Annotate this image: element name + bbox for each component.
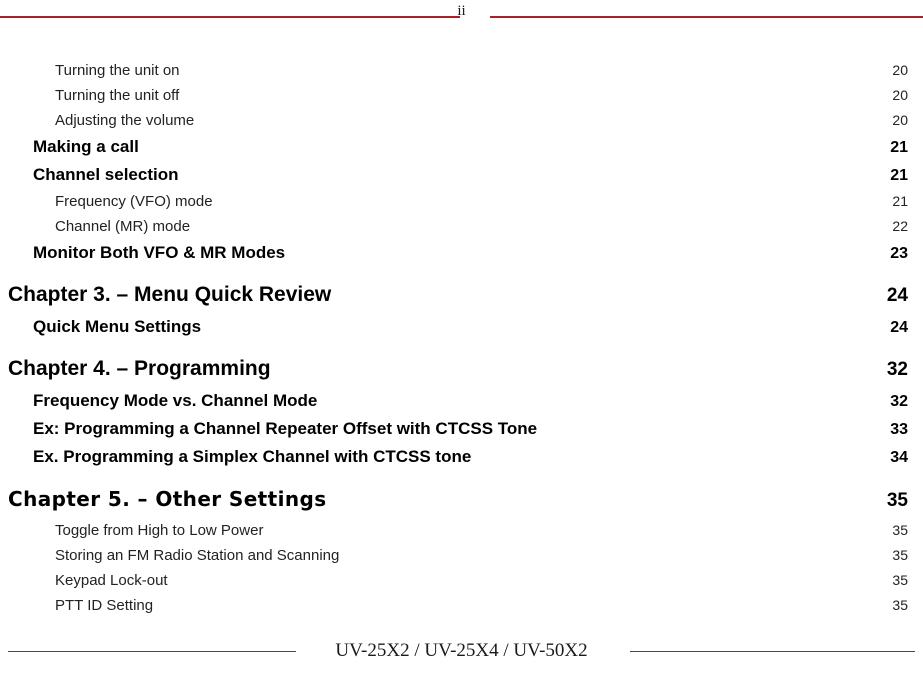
toc-entry-page-number: 35 — [892, 547, 908, 563]
toc-entry-title: Adjusting the volume — [55, 112, 195, 129]
toc-entry-title: Chapter 5. – Other Settings — [8, 487, 327, 511]
toc-entry-title: Ex. Programming a Simplex Channel with C… — [33, 447, 472, 466]
toc-entry-page-number: 35 — [892, 597, 908, 613]
table-of-contents: Turning the unit on 20 Turning the unit of… — [0, 58, 923, 618]
toc-entry-title: Monitor Both VFO & MR Modes — [33, 243, 286, 262]
toc-entry-page-number: 21 — [890, 167, 908, 184]
toc-entry-row[interactable]: Storing an FM Radio Station and Scanning… — [0, 543, 923, 568]
toc-entry-page-number: 32 — [886, 359, 908, 380]
toc-chapter-row[interactable]: Chapter 5. – Other Settings 35 — [0, 482, 923, 518]
toc-entry-title: PTT ID Setting — [55, 597, 154, 614]
toc-entry-title: Turning the unit on — [55, 62, 180, 79]
toc-entry-page-number: 32 — [890, 393, 908, 410]
toc-entry-row[interactable]: Ex: Programming a Channel Repeater Offse… — [0, 415, 923, 443]
toc-entry-page-number: 20 — [892, 87, 908, 103]
toc-entry-page-number: 22 — [892, 218, 908, 234]
toc-entry-title: Making a call — [33, 137, 139, 156]
toc-chapter-row[interactable]: Chapter 3. – Menu Quick Review 24 — [0, 278, 923, 313]
toc-entry-page-number: 21 — [890, 139, 908, 156]
toc-entry-page-number: 24 — [890, 319, 908, 336]
toc-entry-title: Chapter 4. – Programming — [8, 357, 271, 380]
page-footer: UV-25X2 / UV-25X4 / UV-50X2 — [0, 637, 923, 667]
toc-chapter-row[interactable]: Chapter 4. – Programming 32 — [0, 352, 923, 387]
toc-entry-row[interactable]: Frequency Mode vs. Channel Mode 32 — [0, 387, 923, 415]
toc-entry-row[interactable]: Frequency (VFO) mode 21 — [0, 189, 923, 214]
page-folio: ii — [457, 3, 466, 19]
toc-entry-title: Ex: Programming a Channel Repeater Offse… — [33, 419, 538, 438]
toc-entry-row[interactable]: Turning the unit on 20 — [0, 58, 923, 83]
toc-entry-title: Keypad Lock-out — [55, 572, 168, 589]
toc-entry-page-number: 35 — [886, 490, 908, 511]
toc-entry-row[interactable]: Keypad Lock-out 35 — [0, 568, 923, 593]
toc-entry-row[interactable]: Toggle from High to Low Power 35 — [0, 518, 923, 543]
toc-entry-title: Frequency Mode vs. Channel Mode — [33, 391, 318, 410]
toc-entry-row[interactable]: Quick Menu Settings 24 — [0, 313, 923, 341]
toc-entry-title: Channel (MR) mode — [55, 218, 191, 235]
footer-model-names: UV-25X2 / UV-25X4 / UV-50X2 — [335, 640, 588, 661]
toc-entry-row[interactable]: Channel (MR) mode 22 — [0, 214, 923, 239]
toc-entry-row[interactable]: Channel selection 21 — [0, 161, 923, 189]
toc-entry-row[interactable]: Adjusting the volume 20 — [0, 108, 923, 133]
toc-entry-page-number: 21 — [892, 193, 908, 209]
toc-entry-page-number: 23 — [890, 245, 908, 262]
toc-entry-page-number: 20 — [892, 62, 908, 78]
toc-entry-page-number: 24 — [886, 285, 908, 306]
toc-entry-title: Chapter 3. – Menu Quick Review — [8, 283, 332, 306]
toc-entry-row[interactable]: Ex. Programming a Simplex Channel with C… — [0, 443, 923, 471]
toc-entry-page-number: 20 — [892, 112, 908, 128]
toc-entry-row[interactable]: Making a call 21 — [0, 133, 923, 161]
toc-entry-page-number: 34 — [890, 449, 908, 466]
toc-entry-title: Quick Menu Settings — [33, 317, 202, 336]
toc-entry-title: Toggle from High to Low Power — [55, 522, 264, 539]
toc-entry-title: Channel selection — [33, 165, 179, 184]
toc-entry-page-number: 33 — [890, 421, 908, 438]
toc-entry-page-number: 35 — [892, 522, 908, 538]
toc-entry-title: Turning the unit off — [55, 87, 180, 104]
page-header: ii — [0, 0, 923, 36]
toc-entry-page-number: 35 — [892, 572, 908, 588]
toc-entry-row[interactable]: Monitor Both VFO & MR Modes 23 — [0, 239, 923, 267]
toc-entry-row[interactable]: Turning the unit off 20 — [0, 83, 923, 108]
toc-entry-row[interactable]: PTT ID Setting 35 — [0, 593, 923, 618]
toc-entry-title: Storing an FM Radio Station and Scanning — [55, 547, 340, 564]
toc-entry-title: Frequency (VFO) mode — [55, 193, 213, 210]
